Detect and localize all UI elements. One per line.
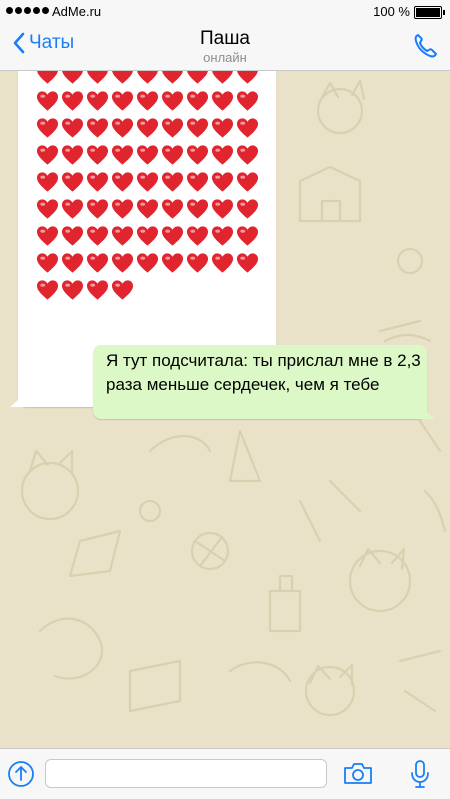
heart-emoji: [186, 118, 209, 138]
heart-emoji: [136, 199, 159, 219]
heart-emoji: [161, 91, 184, 111]
heart-emoji: [186, 253, 209, 273]
heart-emoji: [61, 253, 84, 273]
heart-emoji: [236, 172, 259, 192]
heart-emoji-grid: [36, 71, 261, 303]
heart-emoji: [111, 280, 134, 300]
heart-emoji: [211, 118, 234, 138]
heart-emoji: [161, 226, 184, 246]
heart-emoji: [161, 145, 184, 165]
heart-emoji: [86, 226, 109, 246]
heart-emoji: [162, 71, 183, 84]
heart-emoji: [36, 199, 59, 219]
heart-emoji: [161, 118, 184, 138]
signal-strength-icon: [6, 7, 49, 14]
heart-emoji: [61, 199, 84, 219]
heart-emoji: [62, 71, 83, 84]
heart-emoji: [236, 118, 259, 138]
heart-emoji: [86, 91, 109, 111]
heart-emoji: [111, 253, 134, 273]
camera-button[interactable]: [343, 761, 373, 790]
status-bar: AdMe.ru 100 %: [0, 0, 450, 24]
heart-emoji: [236, 253, 259, 273]
share-button[interactable]: [7, 760, 35, 793]
heart-emoji: [186, 226, 209, 246]
heart-emoji: [136, 91, 159, 111]
heart-emoji: [61, 172, 84, 192]
battery-percent: 100 %: [373, 4, 410, 19]
heart-emoji: [136, 253, 159, 273]
phone-icon: [414, 34, 437, 58]
call-button[interactable]: [412, 32, 438, 65]
heart-emoji: [86, 199, 109, 219]
heart-emoji: [236, 145, 259, 165]
heart-emoji: [37, 71, 58, 84]
heart-emoji: [111, 199, 134, 219]
heart-emoji: [136, 118, 159, 138]
heart-emoji: [186, 199, 209, 219]
heart-emoji: [86, 145, 109, 165]
heart-emoji: [86, 253, 109, 273]
outgoing-message-text: Я тут подсчитала: ты прислал мне в 2,3 р…: [106, 351, 421, 394]
heart-emoji: [236, 226, 259, 246]
heart-emoji: [236, 91, 259, 111]
heart-emoji: [211, 253, 234, 273]
heart-emoji: [86, 172, 109, 192]
heart-emoji: [36, 145, 59, 165]
contact-status: онлайн: [203, 50, 247, 65]
heart-emoji: [161, 172, 184, 192]
heart-emoji: [211, 145, 234, 165]
heart-emoji: [86, 118, 109, 138]
carrier-name: AdMe.ru: [52, 4, 102, 19]
heart-emoji: [111, 226, 134, 246]
heart-emoji: [36, 91, 59, 111]
heart-emoji: [36, 172, 59, 192]
heart-emoji: [87, 71, 108, 84]
share-arrow-icon: [8, 761, 34, 787]
heart-emoji: [111, 172, 134, 192]
heart-emoji: [236, 199, 259, 219]
heart-emoji: [211, 91, 234, 111]
heart-emoji: [36, 280, 59, 300]
heart-emoji: [136, 145, 159, 165]
heart-emoji: [211, 226, 234, 246]
contact-info[interactable]: Паша онлайн: [0, 28, 450, 66]
heart-emoji: [86, 280, 109, 300]
heart-emoji: [186, 172, 209, 192]
chat-area[interactable]: Я тут подсчитала: ты прислал мне в 2,3 р…: [0, 71, 450, 748]
heart-emoji: [211, 172, 234, 192]
heart-emoji: [212, 71, 233, 84]
microphone-icon: [411, 760, 429, 788]
heart-emoji: [61, 280, 84, 300]
heart-emoji: [186, 145, 209, 165]
heart-emoji: [111, 118, 134, 138]
heart-emoji: [61, 118, 84, 138]
heart-emoji: [61, 91, 84, 111]
chat-header: Чаты Паша онлайн: [0, 24, 450, 71]
heart-emoji: [36, 118, 59, 138]
message-input[interactable]: [45, 759, 327, 788]
heart-emoji: [186, 91, 209, 111]
heart-emoji: [61, 226, 84, 246]
heart-emoji: [111, 91, 134, 111]
message-input-bar: [0, 748, 450, 799]
camera-icon: [344, 763, 372, 784]
heart-emoji: [36, 253, 59, 273]
heart-emoji: [211, 199, 234, 219]
heart-emoji: [137, 71, 158, 84]
heart-emoji: [161, 253, 184, 273]
heart-emoji: [61, 145, 84, 165]
microphone-button[interactable]: [410, 759, 430, 794]
heart-emoji: [36, 226, 59, 246]
heart-emoji: [237, 71, 258, 84]
heart-emoji: [136, 172, 159, 192]
heart-emoji: [136, 226, 159, 246]
heart-emoji: [187, 71, 208, 84]
battery-icon: [414, 6, 445, 19]
heart-emoji: [111, 145, 134, 165]
outgoing-message-bubble[interactable]: Я тут подсчитала: ты прислал мне в 2,3 р…: [93, 345, 427, 419]
heart-emoji: [112, 71, 133, 84]
heart-emoji: [161, 199, 184, 219]
contact-name: Паша: [199, 28, 251, 49]
